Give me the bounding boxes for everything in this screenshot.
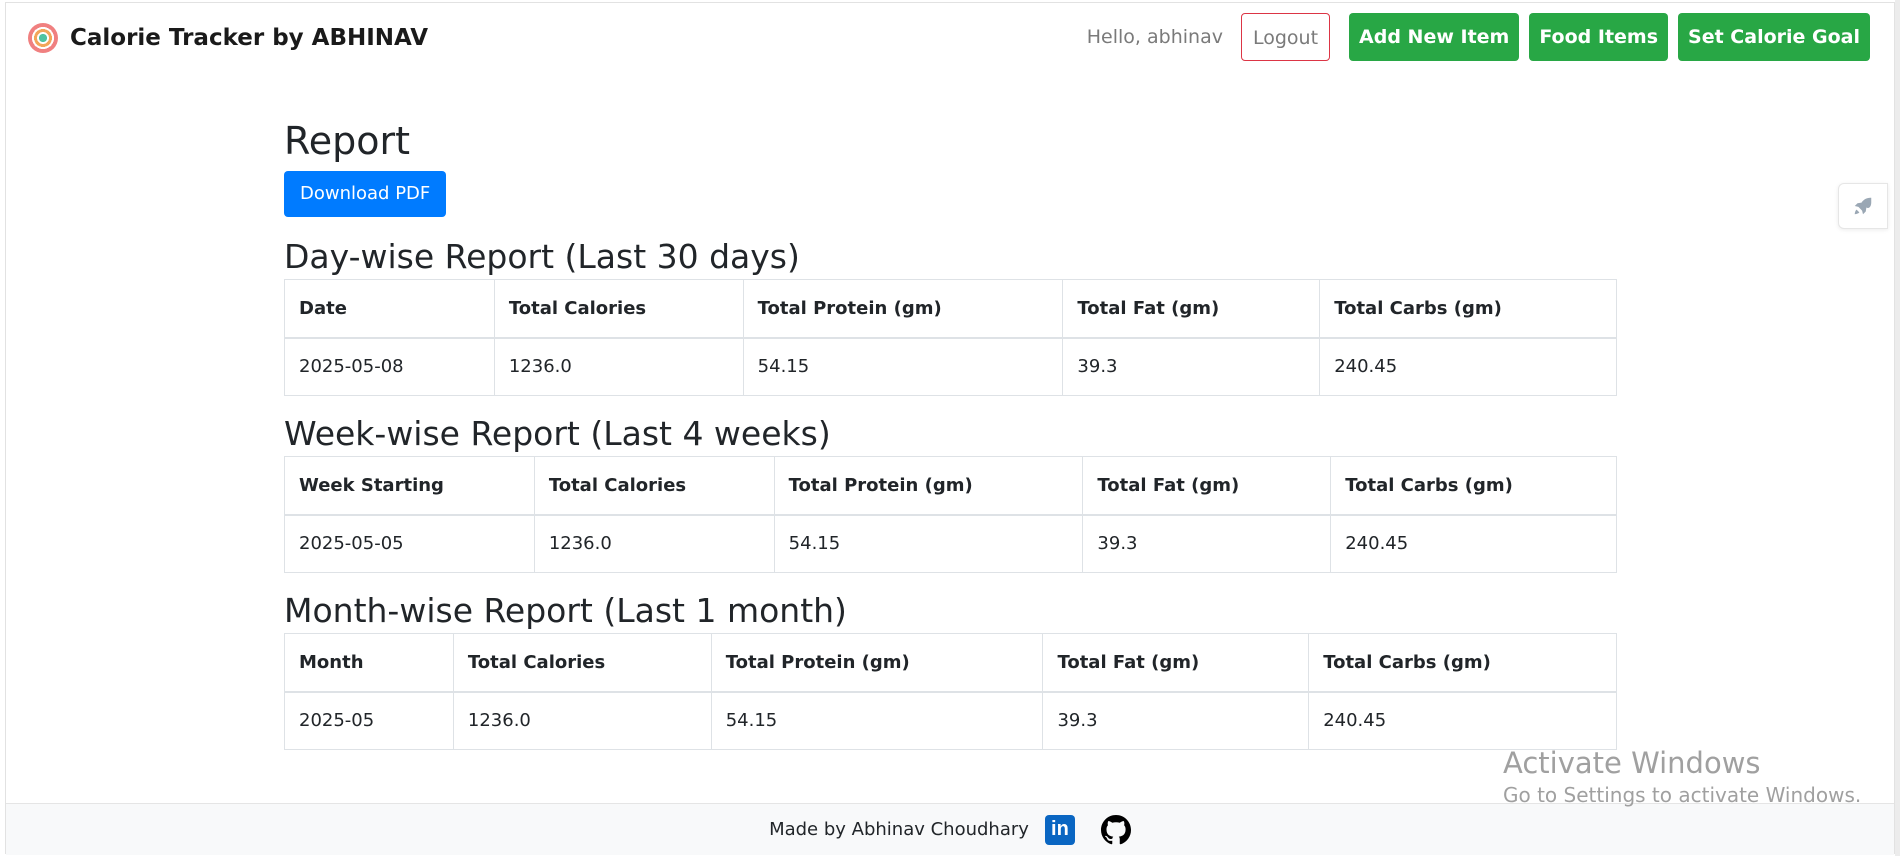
table-cell: 240.45	[1330, 514, 1617, 573]
footer-credit: Made by Abhinav Choudhary	[769, 819, 1029, 840]
column-header: Total Carbs (gm)	[1330, 456, 1617, 516]
column-header: Total Calories	[452, 633, 712, 693]
table-row: 2025-05-05 1236.0 54.15 39.3 240.45	[284, 514, 1617, 573]
brand-name: Calorie Tracker by ABHINAV	[70, 25, 429, 51]
table-cell: 54.15	[710, 691, 1044, 750]
column-header: Total Fat (gm)	[1082, 456, 1332, 516]
column-header: Month	[284, 633, 454, 693]
table-cell: 2025-05	[284, 691, 454, 750]
week-report-title: Week-wise Report (Last 4 weeks)	[284, 414, 831, 453]
column-header: Total Carbs (gm)	[1319, 279, 1617, 339]
month-report-table: Month Total Calories Total Protein (gm) …	[284, 633, 1617, 750]
watermark-title: Activate Windows	[1503, 746, 1761, 780]
table-row: 2025-05 1236.0 54.15 39.3 240.45	[284, 691, 1617, 750]
table-cell: 39.3	[1082, 514, 1332, 573]
table-cell: 1236.0	[452, 691, 712, 750]
add-new-item-button[interactable]: Add New Item	[1349, 13, 1520, 61]
activate-windows-watermark: Activate Windows Go to Settings to activ…	[1503, 745, 1861, 809]
table-cell: 1236.0	[533, 514, 775, 573]
column-header: Total Protein (gm)	[773, 456, 1084, 516]
table-cell: 2025-05-08	[284, 337, 495, 396]
logout-button[interactable]: Logout	[1240, 13, 1331, 61]
download-pdf-button[interactable]: Download PDF	[284, 171, 447, 217]
table-cell: 39.3	[1062, 337, 1321, 396]
greeting-text: Hello, abhinav	[1086, 26, 1223, 48]
column-header: Total Calories	[493, 279, 744, 339]
column-header: Total Protein (gm)	[710, 633, 1044, 693]
table-header-row: Week Starting Total Calories Total Prote…	[284, 456, 1617, 516]
table-cell: 1236.0	[493, 337, 744, 396]
column-header: Week Starting	[284, 456, 535, 516]
report-container: Report Download PDF Day-wise Report (Las…	[284, 116, 1617, 750]
column-header: Total Fat (gm)	[1042, 633, 1310, 693]
brand-link[interactable]: Calorie Tracker by ABHINAV	[28, 23, 428, 53]
watermark-subtitle: Go to Settings to activate Windows.	[1503, 783, 1862, 807]
month-report-title: Month-wise Report (Last 1 month)	[284, 591, 847, 630]
week-report-table: Week Starting Total Calories Total Prote…	[284, 456, 1617, 573]
food-items-button[interactable]: Food Items	[1529, 13, 1669, 61]
day-report-table: Date Total Calories Total Protein (gm) T…	[284, 279, 1617, 396]
table-header-row: Month Total Calories Total Protein (gm) …	[284, 633, 1617, 693]
table-cell: 39.3	[1042, 691, 1310, 750]
nav-actions: Hello, abhinav Logout Add New Item Food …	[1087, 13, 1870, 61]
navbar: Calorie Tracker by ABHINAV Hello, abhina…	[6, 3, 1894, 75]
table-row: 2025-05-08 1236.0 54.15 39.3 240.45	[284, 337, 1617, 396]
calorie-ring-icon	[28, 23, 58, 53]
rocket-icon	[1854, 197, 1872, 215]
table-cell: 240.45	[1308, 691, 1617, 750]
table-cell: 54.15	[742, 337, 1064, 396]
side-widget-button[interactable]	[1838, 183, 1888, 229]
column-header: Date	[284, 279, 495, 339]
page-scrollbar[interactable]	[1895, 0, 1900, 856]
page-title: Report	[284, 119, 410, 163]
column-header: Total Protein (gm)	[742, 279, 1064, 339]
column-header: Total Calories	[533, 456, 775, 516]
set-calorie-goal-button[interactable]: Set Calorie Goal	[1678, 13, 1870, 61]
table-cell: 2025-05-05	[284, 514, 535, 573]
linkedin-icon[interactable]: in	[1044, 814, 1075, 845]
column-header: Total Fat (gm)	[1062, 279, 1321, 339]
footer: Made by Abhinav Choudhary in	[6, 803, 1894, 855]
day-report-title: Day-wise Report (Last 30 days)	[284, 237, 800, 276]
column-header: Total Carbs (gm)	[1308, 633, 1617, 693]
table-cell: 240.45	[1319, 337, 1617, 396]
table-cell: 54.15	[773, 514, 1084, 573]
table-header-row: Date Total Calories Total Protein (gm) T…	[284, 279, 1617, 339]
github-icon[interactable]	[1100, 814, 1131, 845]
app-window: Calorie Tracker by ABHINAV Hello, abhina…	[5, 2, 1895, 855]
